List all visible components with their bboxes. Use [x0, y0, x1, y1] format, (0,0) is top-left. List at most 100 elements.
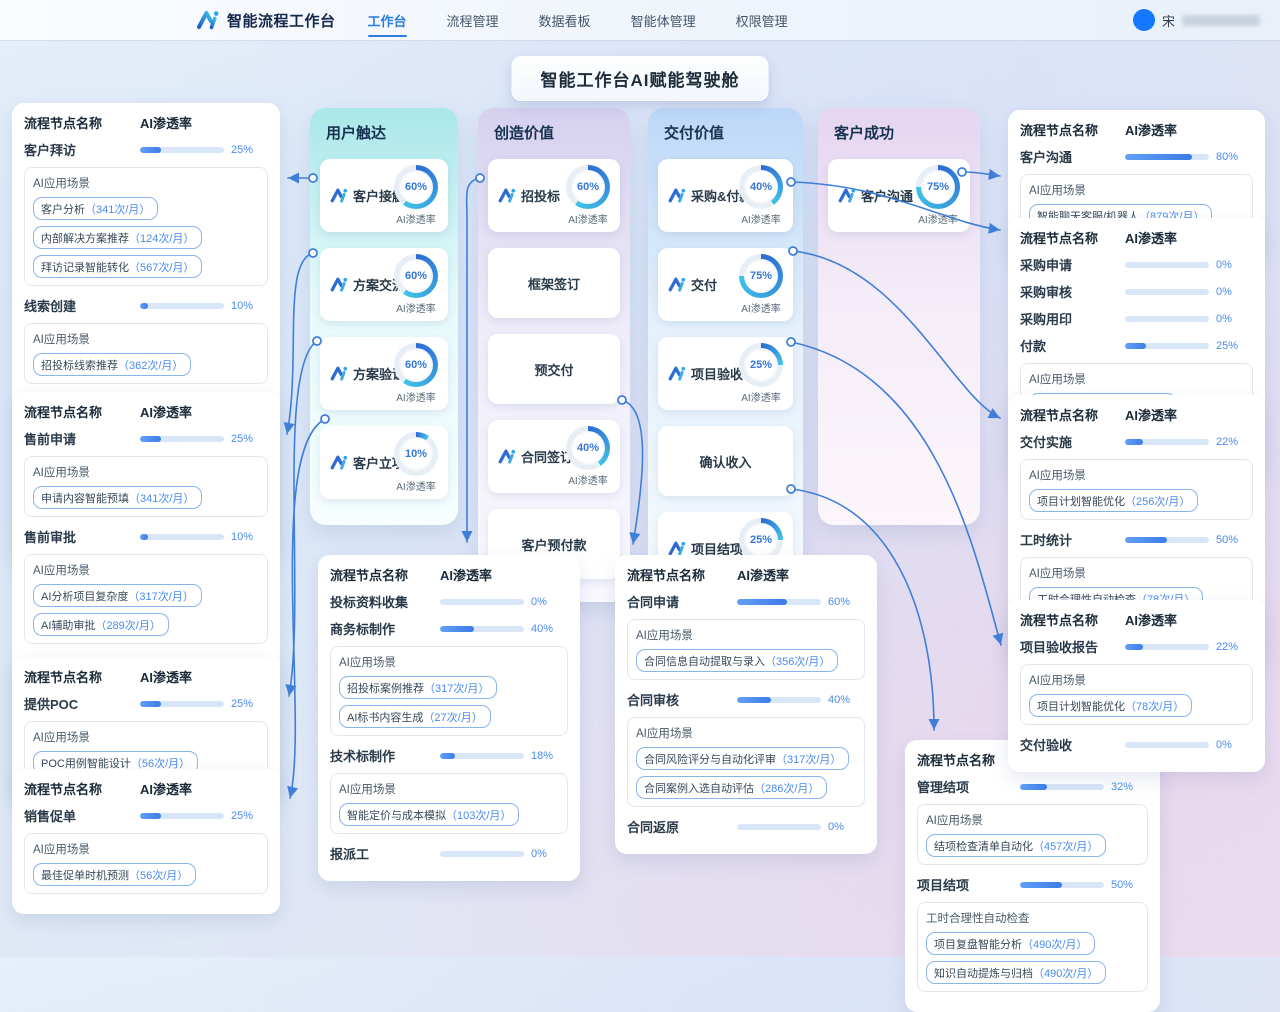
process-node-row: 售前申请25% [24, 429, 268, 448]
scenario-chip-text: 合同风险评分与自动化评审 [644, 751, 776, 767]
stage-node-确认收入[interactable]: 确认收入 [658, 426, 793, 496]
ai-scenario-box: AI应用场景项目计划智能优化（78次/月） [1020, 664, 1253, 725]
ai-scenario-chips: 申请内容智能预填（341次/月） [33, 486, 259, 509]
stage-node-项目验收[interactable]: 项目验收25%AI渗透率 [658, 337, 793, 410]
stage-node-客户接触[interactable]: 客户接触60%AI渗透率 [320, 159, 448, 232]
stage-node-label: 客户接触 [330, 186, 394, 205]
ai-rate-bar [1020, 882, 1104, 888]
ai-rate-bar-fill [140, 701, 161, 707]
stage-node-招投标[interactable]: 招投标60%AI渗透率 [488, 159, 620, 232]
ai-scenario-box: AI应用场景最佳促单时机预测（56次/月） [24, 833, 268, 894]
process-node-name: 客户沟通 [1020, 147, 1125, 166]
donut-percent: 40% [750, 181, 772, 193]
detail-card-acceptance: 流程节点名称AI渗透率项目验收报告22%AI应用场景项目计划智能优化（78次/月… [1008, 600, 1265, 772]
scenario-chip-count: （490次/月） [1022, 936, 1087, 952]
ai-scenario-box-title: AI应用场景 [1029, 371, 1244, 387]
ai-scenario-box-title: AI应用场景 [1029, 565, 1244, 581]
scenario-chip[interactable]: 合同案例入选自动评估（286次/月） [636, 776, 827, 799]
ai-rate-bar [1125, 289, 1209, 295]
scenario-chip[interactable]: 项目计划智能优化（78次/月） [1029, 694, 1192, 717]
ai-rate-cell: 0% [1125, 313, 1253, 325]
stage-node-框架签订[interactable]: 框架签订 [488, 248, 620, 318]
stage-node-客户立项[interactable]: 客户立项10%AI渗透率 [320, 426, 448, 499]
scenario-chip-text: 项目计划智能优化 [1037, 493, 1125, 509]
process-node-name: 售前审批 [24, 527, 140, 546]
nav-tab-3[interactable]: 智能体管理 [629, 0, 698, 41]
scenario-chip[interactable]: 客户分析（341次/月） [33, 197, 158, 220]
donut-percent: 25% [750, 359, 772, 371]
scenario-chip[interactable]: 合同风险评分与自动化评审（317次/月） [636, 747, 849, 770]
stage-node-客户沟通[interactable]: 客户沟通75%AI渗透率 [828, 159, 970, 232]
ai-scenario-chips: 合同风险评分与自动化评审（317次/月） 合同案例入选自动评估（286次/月） [636, 747, 856, 799]
scenario-chip[interactable]: 项目计划智能优化（256次/月） [1029, 489, 1198, 512]
ai-rate-percent: 50% [1111, 879, 1141, 891]
scenario-chip[interactable]: 招投标线索推荐（362次/月） [33, 353, 191, 376]
scenario-chip[interactable]: 最佳促单时机预测（56次/月） [33, 863, 196, 886]
ai-rate-cell: 50% [1020, 879, 1148, 891]
ai-logo-icon [498, 448, 516, 465]
scenario-chip[interactable]: 申请内容智能预填（341次/月） [33, 486, 202, 509]
user-menu[interactable]: 宋 [1133, 9, 1260, 31]
scenario-chip[interactable]: 知识自动提炼与归档（490次/月） [926, 961, 1106, 984]
stage-node-方案交流[interactable]: 方案交流60%AI渗透率 [320, 248, 448, 321]
scenario-chip[interactable]: 内部解决方案推荐（124次/月） [33, 226, 202, 249]
nav-tab-1[interactable]: 流程管理 [445, 0, 501, 41]
detail-card-header: 流程节点名称AI渗透率 [1020, 120, 1253, 139]
detail-card-closure: 流程节点名称AI渗透率管理结项32%AI应用场景结项检查清单自动化（457次/月… [905, 740, 1160, 1012]
stage-node-name: 项目验收 [691, 364, 743, 383]
process-node-name: 采购申请 [1020, 255, 1125, 274]
ai-rate-donut: 10%AI渗透率 [394, 432, 438, 493]
scenario-chip[interactable]: 项目复盘智能分析（490次/月） [926, 932, 1095, 955]
ai-rate-bar [440, 753, 524, 759]
scenario-chip-text: 项目复盘智能分析 [934, 936, 1022, 952]
scenario-chip-text: AI标书内容生成 [347, 709, 423, 725]
process-node-row: 客户拜访25% [24, 140, 268, 159]
donut-percent: 60% [405, 270, 427, 282]
donut-ring: 60% [394, 165, 438, 209]
stage-node-合同签订[interactable]: 合同签订40%AI渗透率 [488, 420, 620, 493]
detail-card-header: 流程节点名称AI渗透率 [1020, 405, 1253, 424]
scenario-chip-text: 最佳促单时机预测 [41, 867, 129, 883]
stage-node-采购&付款[interactable]: 采购&付款40%AI渗透率 [658, 159, 793, 232]
detail-card-header: 流程节点名称AI渗透率 [330, 565, 568, 584]
scenario-chip-text: 合同信息自动提取与录入 [644, 653, 765, 669]
donut-percent: 10% [405, 448, 427, 460]
ai-scenario-box: AI应用场景智能定价与成本模拟（103次/月） [330, 773, 568, 834]
ai-rate-cell: 0% [440, 596, 568, 608]
nav-tab-2[interactable]: 数据看板 [537, 0, 593, 41]
scenario-chip[interactable]: AI辅助审批（289次/月） [33, 613, 169, 636]
scenario-chip[interactable]: AI标书内容生成（27次/月） [339, 705, 491, 728]
process-node-row: 合同申请60% [627, 592, 865, 611]
process-node-name: 工时统计 [1020, 530, 1125, 549]
nav-tab-0[interactable]: 工作台 [366, 0, 409, 41]
stage-node-交付[interactable]: 交付75%AI渗透率 [658, 248, 793, 321]
ai-rate-percent: 10% [231, 531, 261, 543]
ai-scenario-box-title: AI应用场景 [33, 331, 259, 347]
ai-scenario-box: AI应用场景招投标案例推荐（317次/月）AI标书内容生成（27次/月） [330, 646, 568, 736]
nav-tab-4[interactable]: 权限管理 [734, 0, 790, 41]
ai-rate-percent: 25% [231, 144, 261, 156]
ai-scenario-box-title: AI应用场景 [33, 464, 259, 480]
donut-ring: 75% [739, 254, 783, 298]
scenario-chip[interactable]: 智能定价与成本模拟（103次/月） [339, 803, 519, 826]
ai-rate-percent: 25% [231, 810, 261, 822]
scenario-chip-text: AI分析项目复杂度 [41, 588, 128, 604]
scenario-chip[interactable]: 合同信息自动提取与录入（356次/月） [636, 649, 838, 672]
scenario-chip-text: 合同案例入选自动评估 [644, 780, 754, 796]
stage-node-方案验证[interactable]: 方案验证60%AI渗透率 [320, 337, 448, 410]
process-node-name: 商务标制作 [330, 619, 440, 638]
ai-rate-percent: 80% [1216, 151, 1246, 163]
ai-rate-bar [140, 813, 224, 819]
scenario-chip-count: （490次/月） [1033, 965, 1098, 981]
stage-node-预交付[interactable]: 预交付 [488, 334, 620, 404]
scenario-chip[interactable]: 拜访记录智能转化（567次/月） [33, 255, 202, 278]
avatar[interactable] [1133, 9, 1155, 31]
ai-scenario-chips: 招投标线索推荐（362次/月） [33, 353, 259, 376]
ai-rate-donut: 60%AI渗透率 [394, 254, 438, 315]
scenario-chip-count: （103次/月） [446, 807, 511, 823]
scenario-chip[interactable]: 结项检查清单自动化（457次/月） [926, 834, 1106, 857]
scenario-chip[interactable]: 招投标案例推荐（317次/月） [339, 676, 497, 699]
scenario-chip[interactable]: AI分析项目复杂度（317次/月） [33, 584, 202, 607]
scenario-chip-count: （78次/月） [1125, 698, 1184, 714]
detail-card-header: 流程节点名称AI渗透率 [24, 113, 268, 132]
